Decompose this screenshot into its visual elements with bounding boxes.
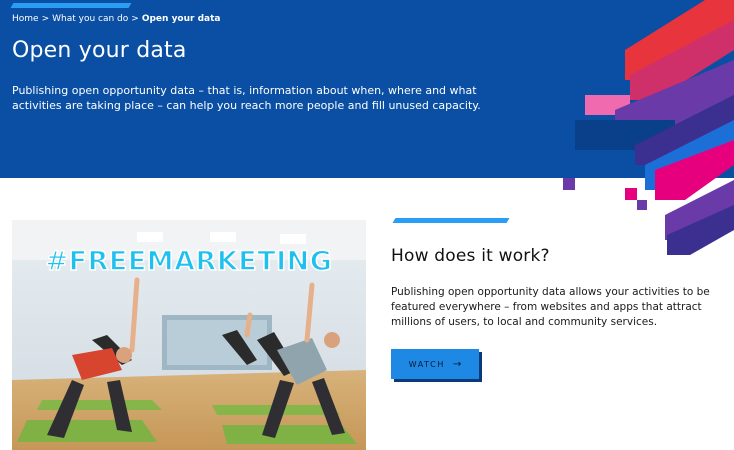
breadcrumb-section-link[interactable]: What you can do [52,14,128,24]
section-description: Publishing open opportunity data allows … [391,286,710,328]
page-title: Open your data [12,38,187,63]
hero-description: Publishing open opportunity data – that … [12,84,481,112]
breadcrumb: Home > What you can do > Open your data [12,14,221,24]
section-title: How does it work? [391,246,550,266]
breadcrumb-home-link[interactable]: Home [12,14,39,24]
breadcrumb-current: Open your data [141,14,221,24]
breadcrumb-separator: > [41,14,50,24]
watch-button-label: WATCH [408,359,445,369]
section-accent-bar [392,218,510,223]
watch-button[interactable]: WATCH → [391,349,479,379]
free-marketing-overlay-text: #FREEMARKETING [45,245,333,278]
hero-accent-bar [10,3,132,8]
arrow-right-icon: → [452,358,462,370]
video-thumbnail-image[interactable]: #FREEMARKETING [12,220,366,450]
decorative-stripes-graphic [563,0,734,255]
breadcrumb-separator: > [131,14,139,24]
